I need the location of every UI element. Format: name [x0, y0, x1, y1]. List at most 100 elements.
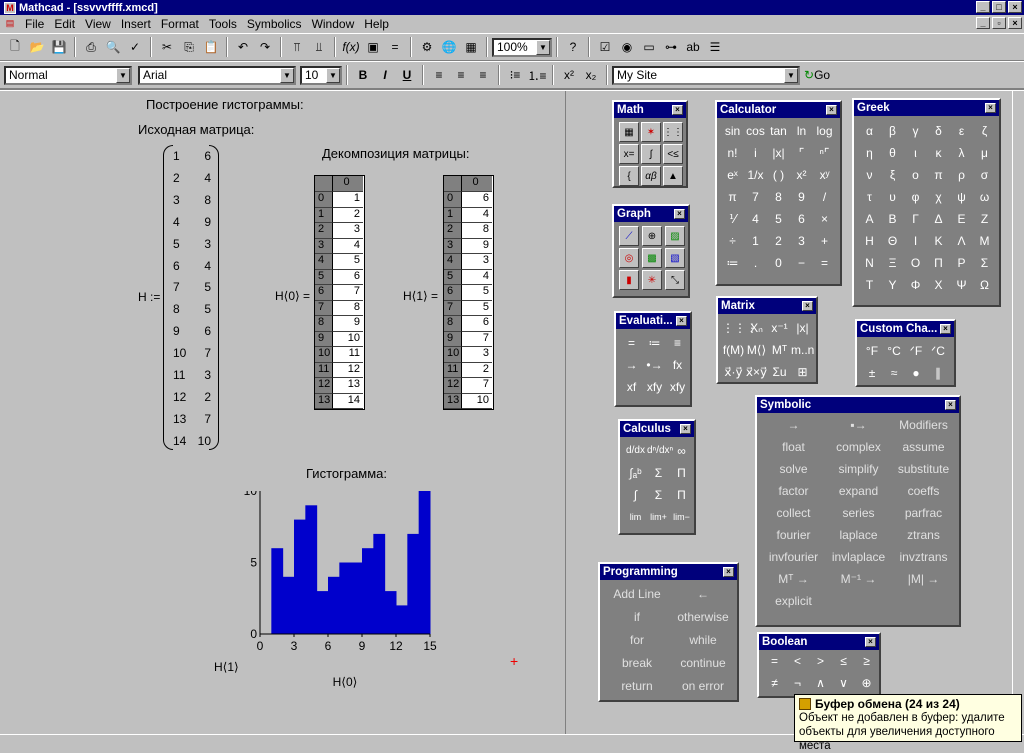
symbolic-keyword-button[interactable]: → [761, 414, 826, 436]
doc-restore-button[interactable]: ▫ [992, 17, 1006, 29]
worksheet[interactable]: Построение гистограммы: Исходная матрица… [0, 91, 566, 734]
symbolic-keyword-button[interactable]: complex [826, 436, 891, 458]
bullets-icon[interactable]: ⁝≡ [504, 64, 526, 86]
calculator-key-button[interactable]: ⌜ [790, 142, 813, 164]
symbolic-keyword-button[interactable]: factor [761, 480, 826, 502]
greek-palette-close-icon[interactable]: × [985, 103, 996, 113]
boolean-operator-button[interactable]: ∨ [832, 672, 855, 694]
table-icon[interactable]: ▦ [460, 36, 482, 58]
greek-letter-button[interactable]: Η [858, 230, 881, 252]
calculator-key-button[interactable]: cos [744, 120, 767, 142]
maximize-button[interactable]: □ [992, 1, 1006, 13]
greek-letter-button[interactable]: Λ [950, 230, 973, 252]
greek-letter-button[interactable]: Φ [904, 274, 927, 296]
evaluation-palette[interactable]: Evaluati... × = ≔ ≡ → •→ fx xf xfy xfy [614, 311, 692, 407]
greek-letter-button[interactable]: η [858, 142, 881, 164]
calculator-key-button[interactable]: 1/x [744, 164, 767, 186]
evaluation-operator-button[interactable]: xfy [643, 376, 666, 398]
matrix-operator-button[interactable]: ⋮⋮⋮ [722, 317, 758, 339]
greek-letter-button[interactable]: β [881, 120, 904, 142]
matrix-operator-button[interactable]: M⟨⟩ [745, 339, 768, 361]
calculator-key-button[interactable]: i [744, 142, 767, 164]
greek-letter-button[interactable]: Ω [973, 274, 996, 296]
matrix-operator-button[interactable]: ⊞ [791, 361, 814, 383]
menu-insert[interactable]: Insert [116, 17, 156, 31]
menu-edit[interactable]: Edit [49, 17, 80, 31]
greek-letter-button[interactable]: Θ [881, 230, 904, 252]
surface-plot-icon[interactable]: ▨ [665, 226, 685, 246]
calculator-key-button[interactable]: xʸ [813, 164, 836, 186]
custom-character-button[interactable]: ≈ [883, 362, 905, 384]
calculator-key-button[interactable]: . [744, 252, 767, 274]
evaluation-operator-button[interactable]: ≔ [643, 332, 666, 354]
left-limit-icon[interactable]: lim− [670, 506, 693, 528]
boolean-palette-close-icon[interactable]: × [865, 637, 876, 647]
boolean-operator-button[interactable]: ¬ [786, 672, 809, 694]
boolean-operator-button[interactable]: = [763, 650, 786, 672]
h0-table[interactable]: 0 0 1 1 2 2 3 3 4 4 5 5 6 6 7 7 8 8 9 9 10 10 11 11 12 12 13 13 14 [314, 175, 365, 410]
align-down-icon[interactable]: ⫫ [308, 36, 330, 58]
xy-plot-icon[interactable]: ⟋ [619, 226, 639, 246]
greek-letter-button[interactable]: λ [950, 142, 973, 164]
programming-keyword-button[interactable]: while [670, 629, 736, 651]
indefinite-integral-icon[interactable]: ∫ [624, 484, 647, 506]
undo-icon[interactable]: ↶ [232, 36, 254, 58]
calculator-key-button[interactable]: ⁿ⌜ [813, 142, 836, 164]
doc-minimize-button[interactable]: _ [976, 17, 990, 29]
calculator-key-button[interactable]: 9 [790, 186, 813, 208]
greek-letter-button[interactable]: Π [927, 252, 950, 274]
programming-keyword-button[interactable]: Add Line [604, 583, 670, 605]
greek-letter-button[interactable]: ρ [950, 164, 973, 186]
symbolic-keyword-button[interactable]: laplace [826, 524, 891, 546]
italic-button[interactable]: I [374, 64, 396, 86]
style-select[interactable]: Normal ▼ [4, 65, 132, 85]
calculate-icon[interactable]: = [384, 36, 406, 58]
calculator-key-button[interactable]: 4 [744, 208, 767, 230]
boolean-operator-button[interactable]: ≠ [763, 672, 786, 694]
greek-letter-button[interactable]: ω [973, 186, 996, 208]
h1-table[interactable]: 0 0 6 1 4 2 8 3 9 4 3 5 4 6 5 7 5 8 6 9 7 10 3 11 2 12 7 13 10 [443, 175, 494, 410]
greek-letter-button[interactable]: φ [904, 186, 927, 208]
boolean-operator-button[interactable]: ≤ [832, 650, 855, 672]
evaluation-operator-button[interactable]: fx [666, 354, 689, 376]
calculator-key-button[interactable]: 3 [790, 230, 813, 252]
contour-plot-icon[interactable]: ◎ [619, 248, 639, 268]
programming-keyword-button[interactable]: on error [670, 675, 736, 697]
doc-close-button[interactable]: × [1008, 17, 1022, 29]
greek-letter-button[interactable]: Ι [904, 230, 927, 252]
boolean-operator-button[interactable]: ⊕ [855, 672, 878, 694]
greek-letter-button[interactable]: ι [904, 142, 927, 164]
minimize-button[interactable]: _ [976, 1, 990, 13]
calculator-key-button[interactable]: 1 [744, 230, 767, 252]
programming-palette-close-icon[interactable]: × [723, 567, 734, 577]
programming-keyword-button[interactable]: continue [670, 652, 736, 674]
custom-character-button[interactable]: °C [883, 340, 905, 362]
greek-letter-button[interactable]: μ [973, 142, 996, 164]
greek-letter-button[interactable]: α [858, 120, 881, 142]
vector-field-icon[interactable]: ✳ [642, 270, 662, 290]
calculator-palette-close-icon[interactable]: × [826, 105, 837, 115]
custom-character-button[interactable]: ∥ [927, 362, 949, 384]
greek-letter-button[interactable]: Ν [858, 252, 881, 274]
matrix-operator-button[interactable]: Σu [768, 361, 791, 383]
symbolic-keyword-button[interactable]: Mᵀ → [761, 568, 826, 590]
greek-letter-button[interactable]: Μ [973, 230, 996, 252]
symbolic-palette[interactable]: Symbolic × → ▪→ Modifiers float complex assume… [755, 395, 961, 627]
evaluation-operator-button[interactable]: •→ [643, 354, 666, 376]
symbolic-keyword-button[interactable]: explicit [761, 590, 826, 612]
copy-icon[interactable]: ⎘ [178, 36, 200, 58]
go-button[interactable]: ↻ Go [800, 64, 834, 86]
custom-character-button[interactable]: ± [861, 362, 883, 384]
nth-derivative-icon[interactable]: dⁿ/dxⁿ [647, 440, 673, 462]
greek-letter-button[interactable]: ζ [973, 120, 996, 142]
greek-letter-button[interactable]: Ε [950, 208, 973, 230]
radio-control-icon[interactable]: ◉ [616, 36, 638, 58]
greek-palette[interactable]: Greek × αβγδεζ ηθικλμ νξοπρσ τυφχψω ΑΒΓΔΕΖ ΗΘΙ… [852, 98, 1001, 307]
site-select[interactable]: My Site ▼ [612, 65, 800, 85]
greek-letter-button[interactable]: κ [927, 142, 950, 164]
graph-palette-close-icon[interactable]: × [674, 209, 685, 219]
textbox-control-icon[interactable]: ab [682, 36, 704, 58]
greek-toolbar-icon[interactable]: αβ [641, 166, 661, 186]
boolean-palette[interactable]: Boolean × = < > ≤ ≥ ≠ ¬ ∧ ∨ ⊕ [757, 632, 881, 698]
symbolic-keyword-button[interactable]: invlaplace [826, 546, 891, 568]
